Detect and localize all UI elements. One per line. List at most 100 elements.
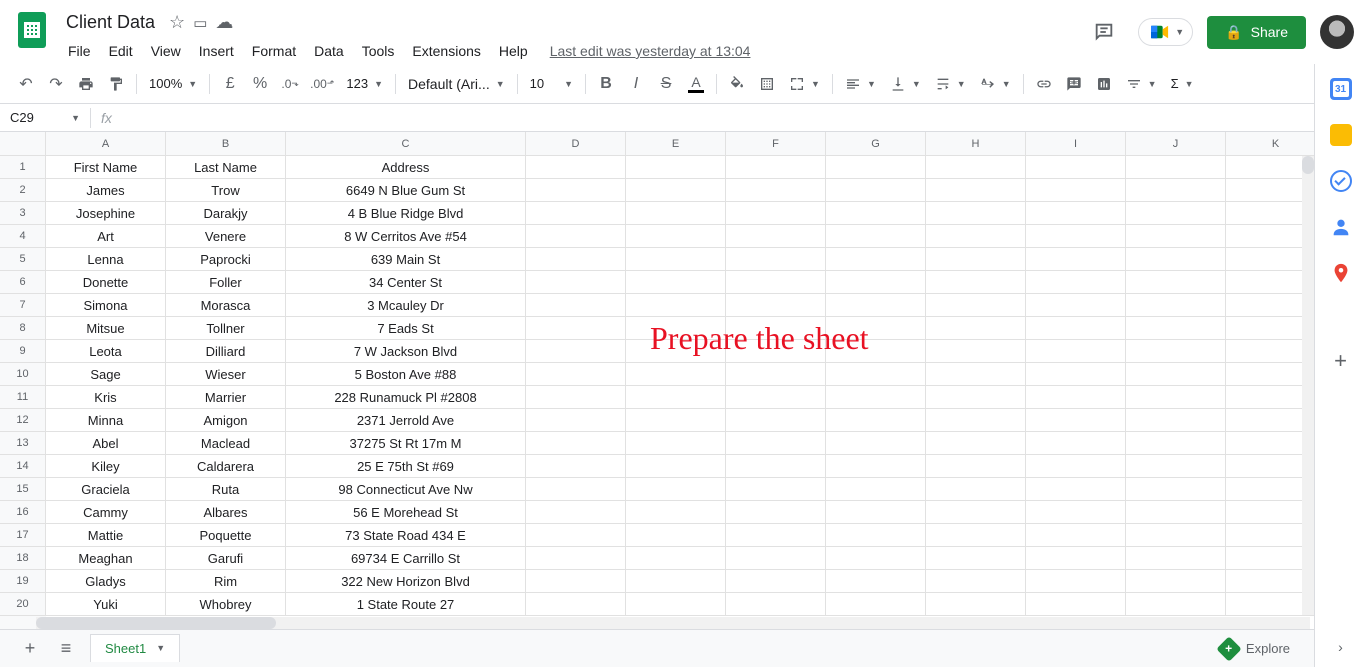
cell[interactable] xyxy=(626,593,726,616)
cell[interactable] xyxy=(526,271,626,294)
cell[interactable] xyxy=(626,547,726,570)
row-header[interactable]: 13 xyxy=(0,432,46,455)
cell[interactable]: 69734 E Carrillo St xyxy=(286,547,526,570)
print-button[interactable] xyxy=(72,70,100,98)
cell[interactable] xyxy=(826,363,926,386)
cell[interactable] xyxy=(926,432,1026,455)
spreadsheet-grid[interactable]: ABCDEFGHIJK 1234567891011121314151617181… xyxy=(0,132,1366,629)
cell[interactable] xyxy=(926,317,1026,340)
cell[interactable]: James xyxy=(46,179,166,202)
cell[interactable] xyxy=(626,156,726,179)
cell[interactable]: Simona xyxy=(46,294,166,317)
chevron-down-icon[interactable]: ▼ xyxy=(156,643,165,653)
text-color-button[interactable]: A xyxy=(682,70,710,98)
percent-button[interactable]: % xyxy=(246,70,274,98)
cell[interactable]: Whobrey xyxy=(166,593,286,616)
cell[interactable]: Mattie xyxy=(46,524,166,547)
cell[interactable] xyxy=(726,179,826,202)
menu-tools[interactable]: Tools xyxy=(354,39,403,63)
menu-data[interactable]: Data xyxy=(306,39,352,63)
cell[interactable]: 3 Mcauley Dr xyxy=(286,294,526,317)
cell[interactable]: 639 Main St xyxy=(286,248,526,271)
keep-icon[interactable] xyxy=(1330,124,1352,146)
cell[interactable] xyxy=(626,248,726,271)
column-header[interactable]: C xyxy=(286,132,526,155)
filter-button[interactable]: ▼ xyxy=(1120,71,1163,97)
cell[interactable] xyxy=(1126,156,1226,179)
cell[interactable] xyxy=(826,547,926,570)
cell[interactable] xyxy=(726,432,826,455)
cell[interactable] xyxy=(1126,202,1226,225)
cell[interactable] xyxy=(1026,547,1126,570)
zoom-select[interactable]: 100%▼ xyxy=(143,71,203,97)
cell[interactable] xyxy=(826,478,926,501)
cell[interactable]: 6649 N Blue Gum St xyxy=(286,179,526,202)
cell[interactable] xyxy=(1126,225,1226,248)
paint-format-button[interactable] xyxy=(102,70,130,98)
all-sheets-button[interactable]: ≡ xyxy=(48,634,84,664)
cell[interactable] xyxy=(826,156,926,179)
cell[interactable]: 5 Boston Ave #88 xyxy=(286,363,526,386)
cell[interactable] xyxy=(626,478,726,501)
cell[interactable]: Poquette xyxy=(166,524,286,547)
cell[interactable] xyxy=(826,386,926,409)
font-size-select[interactable]: 10▼ xyxy=(524,71,579,97)
cell[interactable] xyxy=(726,248,826,271)
cell[interactable] xyxy=(926,271,1026,294)
cell[interactable]: Maclead xyxy=(166,432,286,455)
cell[interactable] xyxy=(626,202,726,225)
column-header[interactable]: D xyxy=(526,132,626,155)
cell[interactable]: Ruta xyxy=(166,478,286,501)
cell[interactable] xyxy=(526,478,626,501)
cell[interactable]: 98 Connecticut Ave Nw xyxy=(286,478,526,501)
row-header[interactable]: 17 xyxy=(0,524,46,547)
sheet-tab[interactable]: Sheet1 ▼ xyxy=(90,634,180,662)
cell[interactable] xyxy=(726,156,826,179)
row-header[interactable]: 7 xyxy=(0,294,46,317)
strikethrough-button[interactable]: S xyxy=(652,70,680,98)
cell[interactable] xyxy=(726,363,826,386)
cell[interactable]: Mitsue xyxy=(46,317,166,340)
cell[interactable] xyxy=(526,225,626,248)
cell[interactable] xyxy=(826,501,926,524)
row-header[interactable]: 15 xyxy=(0,478,46,501)
cell[interactable] xyxy=(926,156,1026,179)
cell[interactable]: 228 Runamuck Pl #2808 xyxy=(286,386,526,409)
cell[interactable] xyxy=(926,524,1026,547)
cell[interactable] xyxy=(1126,363,1226,386)
cell[interactable] xyxy=(726,547,826,570)
cell[interactable] xyxy=(726,409,826,432)
cell[interactable] xyxy=(726,386,826,409)
functions-button[interactable]: Σ▼ xyxy=(1165,71,1200,97)
cell[interactable] xyxy=(1026,317,1126,340)
cell[interactable] xyxy=(626,570,726,593)
cell[interactable]: Gladys xyxy=(46,570,166,593)
cell[interactable] xyxy=(926,386,1026,409)
row-header[interactable]: 2 xyxy=(0,179,46,202)
currency-button[interactable]: £ xyxy=(216,70,244,98)
column-header[interactable]: I xyxy=(1026,132,1126,155)
cell[interactable]: Garufi xyxy=(166,547,286,570)
explore-button[interactable]: Explore xyxy=(1208,634,1302,664)
name-box[interactable]: C29▼ xyxy=(0,110,90,125)
cell[interactable] xyxy=(526,386,626,409)
cell[interactable] xyxy=(626,294,726,317)
cell[interactable] xyxy=(626,179,726,202)
cell[interactable]: 8 W Cerritos Ave #54 xyxy=(286,225,526,248)
cell[interactable] xyxy=(526,455,626,478)
cell[interactable] xyxy=(526,248,626,271)
column-header[interactable]: B xyxy=(166,132,286,155)
cell[interactable] xyxy=(926,478,1026,501)
horizontal-align-button[interactable]: ▼ xyxy=(839,71,882,97)
cell[interactable]: Kris xyxy=(46,386,166,409)
cell[interactable] xyxy=(626,363,726,386)
cell[interactable]: Tollner xyxy=(166,317,286,340)
cell[interactable]: Morasca xyxy=(166,294,286,317)
column-header[interactable]: G xyxy=(826,132,926,155)
cell[interactable]: Rim xyxy=(166,570,286,593)
column-header[interactable]: A xyxy=(46,132,166,155)
cell[interactable] xyxy=(1026,409,1126,432)
add-sheet-button[interactable]: + xyxy=(12,634,48,664)
cell[interactable]: 73 State Road 434 E xyxy=(286,524,526,547)
row-header[interactable]: 1 xyxy=(0,156,46,179)
